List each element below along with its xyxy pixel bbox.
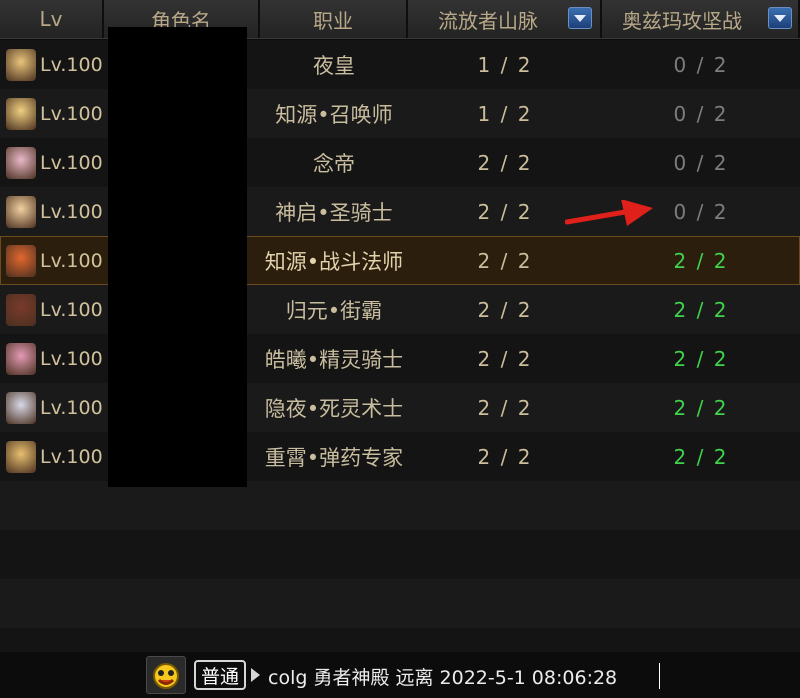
job-cell: 皓曦•精灵骑士	[264, 347, 404, 372]
ozma-raid-progress: 2 / 2	[673, 297, 729, 322]
level-label: Lv.100	[40, 347, 103, 370]
level-label: Lv.100	[40, 298, 103, 321]
job-cell: 夜皇	[313, 53, 355, 78]
text-caret	[659, 663, 660, 689]
emoji-face-icon	[153, 663, 179, 689]
exile-mountain-progress: 1 / 2	[477, 101, 533, 126]
exile-mountain-progress: 2 / 2	[477, 150, 533, 175]
empty-row	[0, 481, 800, 530]
character-avatar-icon	[6, 440, 36, 473]
chat-channel-button[interactable]: 普通	[194, 660, 246, 690]
character-avatar-icon	[6, 195, 36, 228]
level-label: Lv.100	[40, 151, 103, 174]
ozma-raid-progress: 0 / 2	[673, 101, 729, 126]
dropdown-arrow-icon[interactable]	[568, 7, 592, 29]
job-cell: 念帝	[313, 151, 355, 176]
exile-mountain-progress: 2 / 2	[477, 395, 533, 420]
job-cell: 隐夜•死灵术士	[264, 396, 404, 421]
level-cell: Lv.100	[0, 440, 104, 473]
column-header-exile-mountain[interactable]: 流放者山脉	[408, 0, 602, 38]
chat-input[interactable]	[268, 660, 798, 692]
character-avatar-icon	[6, 244, 36, 277]
exile-mountain-progress: 2 / 2	[477, 346, 533, 371]
empty-row	[0, 579, 800, 628]
column-header-ozma-raid[interactable]: 奥兹玛攻坚战	[602, 0, 800, 38]
character-avatar-icon	[6, 146, 36, 179]
level-cell: Lv.100	[0, 244, 104, 277]
level-cell: Lv.100	[0, 146, 104, 179]
channel-arrow-icon	[251, 668, 260, 682]
ozma-raid-progress: 2 / 2	[673, 248, 729, 273]
exile-mountain-progress: 2 / 2	[477, 444, 533, 469]
character-avatar-icon	[6, 48, 36, 81]
job-cell: 归元•街霸	[285, 298, 383, 323]
exile-mountain-progress: 1 / 2	[477, 52, 533, 77]
ozma-raid-progress: 2 / 2	[673, 444, 729, 469]
job-cell: 知源•召唤师	[275, 102, 393, 127]
ozma-raid-progress: 0 / 2	[673, 52, 729, 77]
level-cell: Lv.100	[0, 293, 104, 326]
ozma-raid-progress: 2 / 2	[673, 346, 729, 371]
level-label: Lv.100	[40, 396, 103, 419]
empty-row	[0, 530, 800, 579]
level-label: Lv.100	[40, 53, 103, 76]
level-cell: Lv.100	[0, 48, 104, 81]
ozma-raid-progress: 2 / 2	[673, 395, 729, 420]
character-avatar-icon	[6, 97, 36, 130]
exile-mountain-progress: 2 / 2	[477, 248, 533, 273]
level-label: Lv.100	[40, 249, 103, 272]
character-avatar-icon	[6, 293, 36, 326]
dropdown-arrow-icon[interactable]	[768, 7, 792, 29]
level-cell: Lv.100	[0, 391, 104, 424]
job-cell: 知源•战斗法师	[264, 249, 404, 274]
job-cell: 重霄•弹药专家	[264, 445, 404, 470]
column-header-level[interactable]: Lv	[0, 0, 104, 38]
level-label: Lv.100	[40, 102, 103, 125]
redacted-names-mask	[108, 27, 247, 487]
column-header-job[interactable]: 职业	[260, 0, 408, 38]
level-cell: Lv.100	[0, 342, 104, 375]
level-cell: Lv.100	[0, 97, 104, 130]
ozma-raid-progress: 0 / 2	[673, 150, 729, 175]
red-arrow-annotation-icon	[565, 200, 653, 226]
level-cell: Lv.100	[0, 195, 104, 228]
character-avatar-icon	[6, 391, 36, 424]
job-cell: 神启•圣骑士	[275, 200, 393, 225]
emoji-button[interactable]	[146, 656, 186, 694]
exile-mountain-progress: 2 / 2	[477, 297, 533, 322]
character-avatar-icon	[6, 342, 36, 375]
level-label: Lv.100	[40, 445, 103, 468]
level-label: Lv.100	[40, 200, 103, 223]
